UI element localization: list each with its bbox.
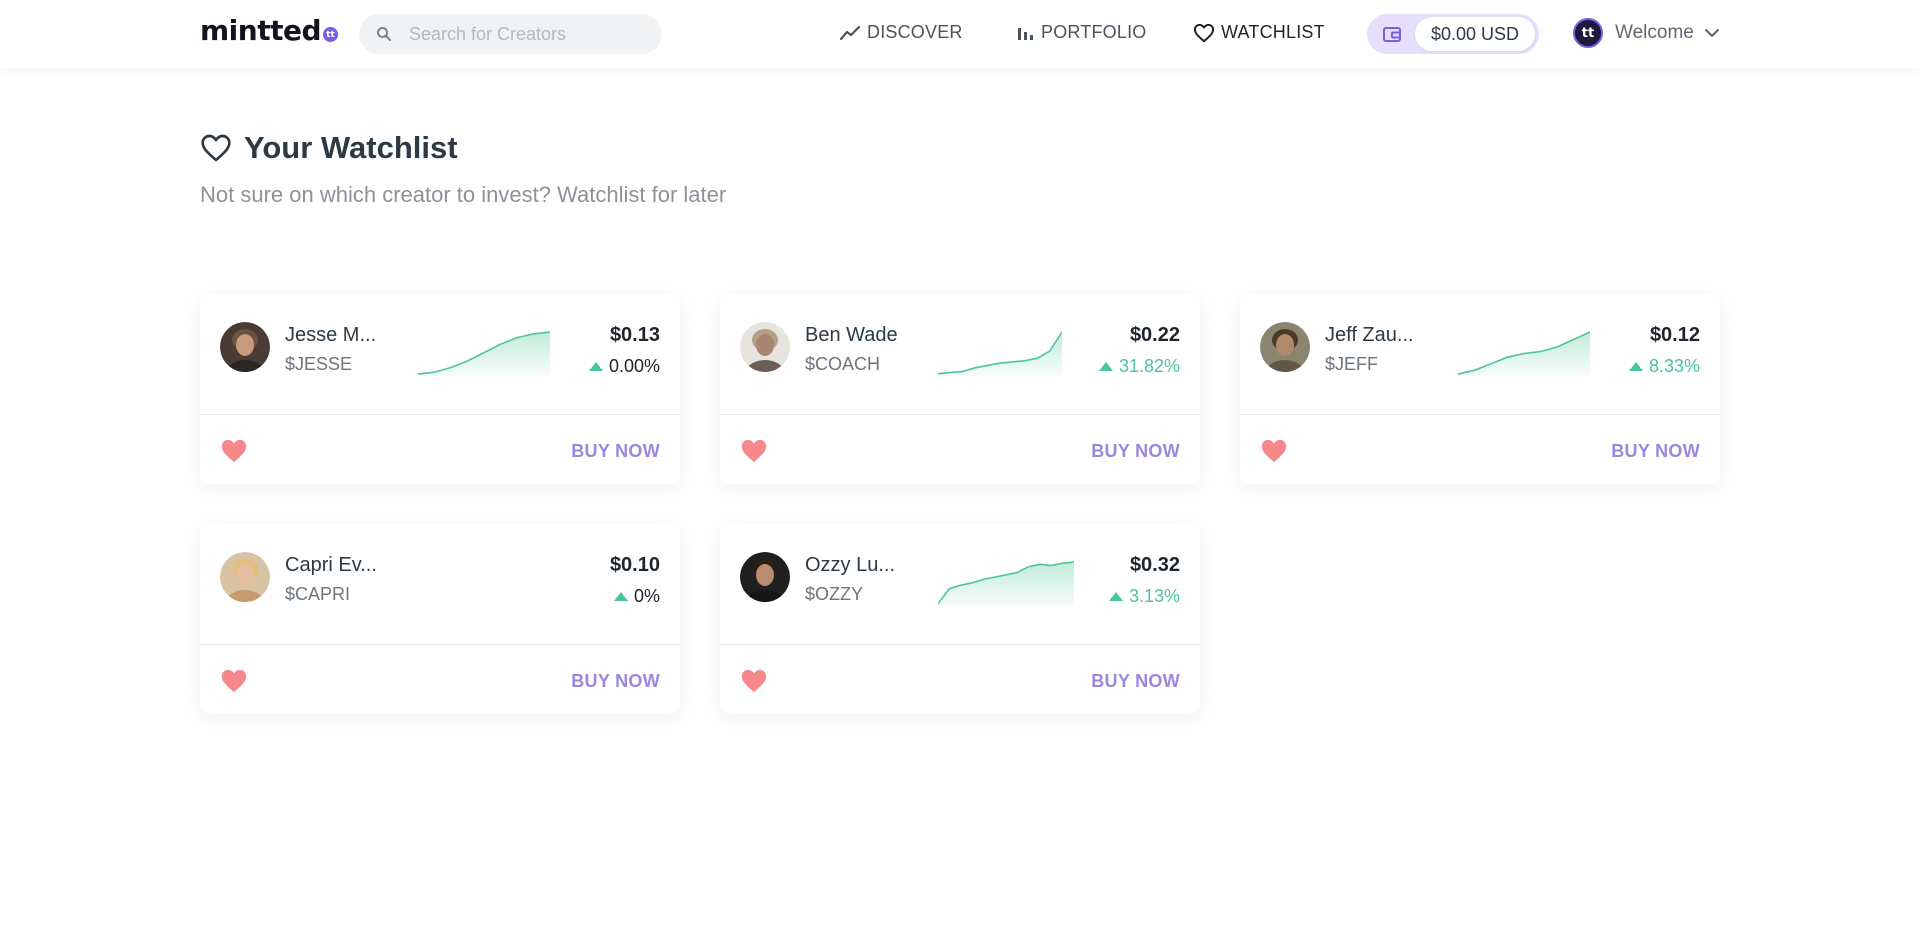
watchlist-card: Ben Wade $COACH $0.22 31.82% BUY NOW (720, 294, 1200, 484)
user-menu[interactable]: tt Welcome (1573, 18, 1720, 48)
price-sparkline (1458, 331, 1590, 376)
arrow-up-icon (1108, 592, 1123, 601)
buy-now-button[interactable]: BUY NOW (571, 441, 660, 462)
price-change-value: 31.82% (1118, 356, 1180, 376)
mintted-logo[interactable]: mintted tt (200, 14, 339, 47)
creator-photo (1260, 322, 1310, 372)
page-title: Your Watchlist (200, 130, 458, 166)
creator-photo (220, 322, 270, 372)
nav-discover-label: DISCOVER (867, 22, 963, 42)
sparkline-area (938, 562, 1074, 606)
card-summary[interactable]: Jesse M... $JESSE $0.13 0.00% (200, 294, 680, 414)
price-change: 0% (613, 586, 660, 607)
price-change-value: 0.00% (608, 356, 660, 376)
creator-name[interactable]: Ben Wade (805, 324, 898, 347)
nav-portfolio-label: PORTFOLIO (1041, 22, 1147, 42)
heart-filled-icon[interactable] (740, 438, 768, 464)
creator-avatar[interactable] (740, 552, 790, 602)
card-divider (200, 414, 680, 415)
buy-now-button[interactable]: BUY NOW (571, 671, 660, 692)
search-bar[interactable] (359, 14, 662, 54)
buy-now-button[interactable]: BUY NOW (1611, 441, 1700, 462)
price-change: 0.00% (588, 356, 660, 377)
creator-photo (740, 552, 790, 602)
wallet-icon (1383, 27, 1401, 42)
watchlist-card: Jeff Zau... $JEFF $0.12 8.33% BUY NOW (1240, 294, 1720, 484)
card-divider (720, 414, 1200, 415)
card-divider (1240, 414, 1720, 415)
token-price: $0.22 (1129, 324, 1180, 346)
card-summary[interactable]: Jeff Zau... $JEFF $0.12 8.33% (1240, 294, 1720, 414)
price-change: 31.82% (1098, 356, 1180, 377)
price-sparkline (938, 561, 1074, 606)
creator-ticker: $JEFF (1325, 354, 1379, 374)
wallet-balance[interactable]: $0.00 USD (1367, 14, 1539, 54)
price-change-value: 8.33% (1648, 356, 1700, 376)
creator-avatar[interactable] (220, 552, 270, 602)
nav-portfolio[interactable]: PORTFOLIO (1015, 22, 1147, 43)
price-change-value: 0% (633, 586, 660, 606)
creator-photo (740, 322, 790, 372)
chevron-down-icon (1704, 29, 1719, 37)
sparkline-area (418, 332, 550, 376)
price-change: 3.13% (1108, 586, 1180, 607)
buy-now-button[interactable]: BUY NOW (1091, 671, 1180, 692)
heart-filled-icon[interactable] (1260, 438, 1288, 464)
arrow-up-icon (1628, 362, 1643, 371)
token-price: $0.12 (1649, 324, 1700, 346)
search-input[interactable] (409, 23, 639, 45)
avatar: tt (1573, 18, 1603, 48)
nav-watchlist[interactable]: WATCHLIST (1193, 22, 1325, 43)
heart-outline-icon (201, 134, 231, 162)
card-divider (720, 644, 1200, 645)
token-price: $0.13 (609, 324, 660, 346)
wallet-amount: $0.00 USD (1415, 17, 1535, 51)
page-subtitle: Not sure on which creator to invest? Wat… (200, 182, 727, 207)
creator-ticker: $JESSE (285, 354, 353, 374)
price-sparkline (938, 331, 1062, 376)
creator-ticker: $COACH (805, 354, 881, 374)
creator-name[interactable]: Ozzy Lu... (805, 554, 895, 577)
nav-discover[interactable]: DISCOVER (839, 22, 963, 43)
top-nav-bar: mintted tt DISCOVER PORTFOLIO WATCHLIST (0, 0, 1920, 68)
heart-outline-icon (1193, 23, 1215, 42)
bar-chart-icon (1018, 27, 1033, 40)
creator-avatar[interactable] (740, 322, 790, 372)
nav-watchlist-label: WATCHLIST (1221, 22, 1325, 42)
creator-photo (220, 552, 270, 602)
page-title-text: Your Watchlist (244, 130, 458, 165)
watchlist-card: Jesse M... $JESSE $0.13 0.00% BUY NOW (200, 294, 680, 484)
card-summary[interactable]: Ozzy Lu... $OZZY $0.32 3.13% (720, 524, 1200, 644)
heart-filled-icon[interactable] (220, 668, 248, 694)
card-summary[interactable]: Ben Wade $COACH $0.22 31.82% (720, 294, 1200, 414)
heart-filled-icon[interactable] (740, 668, 768, 694)
creator-name[interactable]: Jesse M... (285, 324, 376, 347)
arrow-up-icon (588, 362, 603, 371)
arrow-up-icon (1098, 362, 1113, 371)
token-price: $0.10 (609, 554, 660, 576)
creator-avatar[interactable] (1260, 322, 1310, 372)
trend-line-icon (839, 25, 861, 40)
price-sparkline (418, 331, 550, 376)
watchlist-card: Capri Ev... $CAPRI $0.10 0% BUY NOW (200, 524, 680, 714)
search-icon (377, 27, 392, 42)
creator-name[interactable]: Jeff Zau... (1325, 324, 1414, 347)
arrow-up-icon (613, 592, 628, 601)
user-welcome-label: Welcome (1615, 22, 1694, 43)
price-change-value: 3.13% (1128, 586, 1180, 606)
card-summary[interactable]: Capri Ev... $CAPRI $0.10 0% (200, 524, 680, 644)
creator-avatar[interactable] (220, 322, 270, 372)
creator-name[interactable]: Capri Ev... (285, 554, 377, 577)
logo-text: mintted (200, 14, 322, 47)
logo-badge: tt (323, 27, 339, 42)
card-divider (200, 644, 680, 645)
creator-ticker: $OZZY (805, 584, 864, 604)
buy-now-button[interactable]: BUY NOW (1091, 441, 1180, 462)
heart-filled-icon[interactable] (220, 438, 248, 464)
creator-ticker: $CAPRI (285, 584, 351, 604)
watchlist-card: Ozzy Lu... $OZZY $0.32 3.13% BUY NOW (720, 524, 1200, 714)
token-price: $0.32 (1129, 554, 1180, 576)
price-change: 8.33% (1628, 356, 1700, 377)
